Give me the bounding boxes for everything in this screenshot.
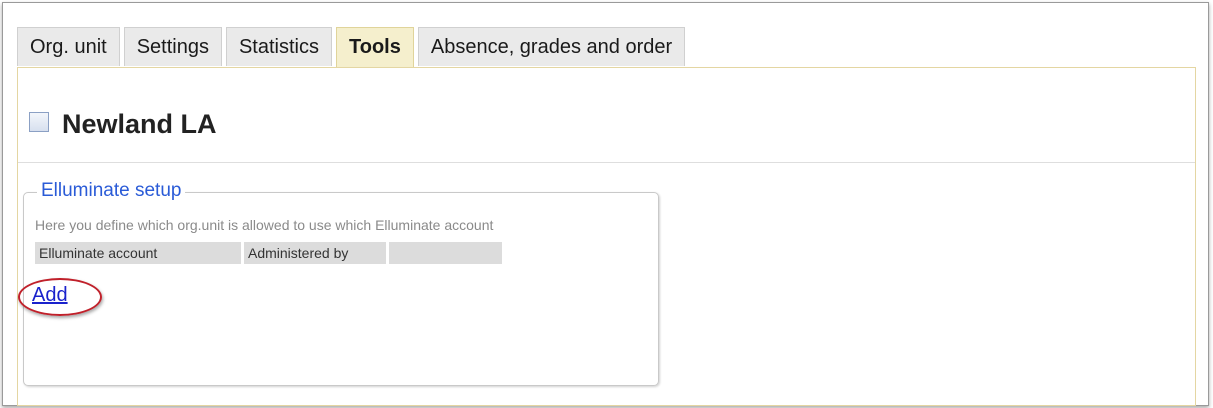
tab-statistics[interactable]: Statistics [225, 27, 332, 66]
elluminate-setup-legend: Elluminate setup [37, 180, 186, 202]
tab-absence-grades-order[interactable]: Absence, grades and order [417, 27, 686, 66]
tools-panel: Newland LA Elluminate setup Here you def… [17, 67, 1196, 406]
column-header-administered-by: Administered by [244, 242, 386, 264]
column-header-elluminate-account: Elluminate account [35, 242, 241, 264]
add-highlight-ring: Add [18, 278, 102, 316]
column-header-empty [389, 242, 502, 264]
tab-bar: Org. unit Settings Statistics Tools Abse… [17, 27, 689, 68]
tab-tools[interactable]: Tools [336, 27, 414, 68]
elluminate-table-header: Elluminate account Administered by [35, 242, 505, 264]
tab-org-unit[interactable]: Org. unit [17, 27, 120, 66]
tab-settings[interactable]: Settings [123, 27, 222, 66]
page-title: Newland LA [62, 109, 217, 139]
org-unit-icon [29, 112, 49, 132]
org-header: Newland LA [18, 68, 1195, 163]
elluminate-setup-group: Elluminate setup Here you define which o… [18, 180, 659, 386]
elluminate-description: Here you define which org.unit is allowe… [35, 217, 494, 233]
add-link[interactable]: Add [32, 284, 68, 307]
